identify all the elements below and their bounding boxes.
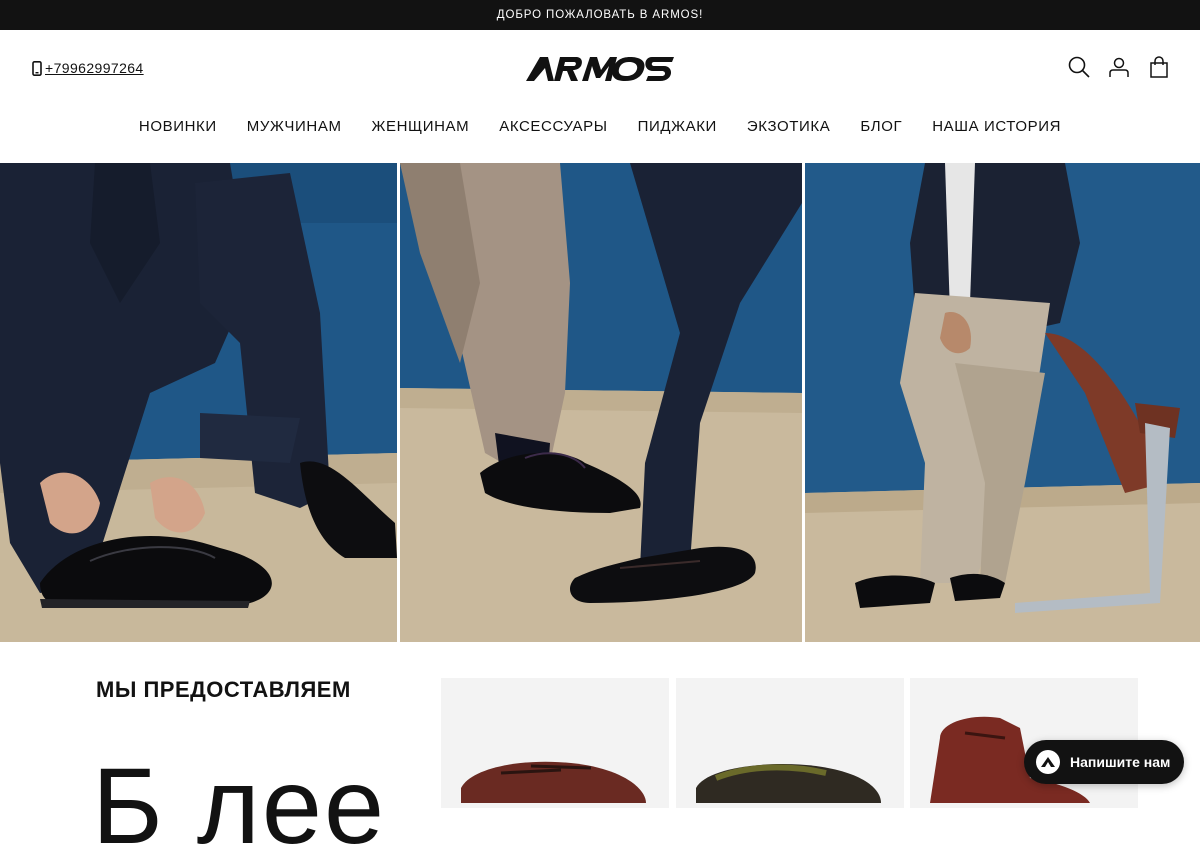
phone-link[interactable]: +79962997264 xyxy=(32,60,144,76)
nav-item-blog[interactable]: БЛОГ xyxy=(845,116,917,138)
nav-item-jackets[interactable]: ПИДЖАКИ xyxy=(623,116,732,138)
nav-item-our-story[interactable]: НАША ИСТОРИЯ xyxy=(917,116,1076,138)
phone-number[interactable]: +79962997264 xyxy=(45,60,144,76)
nav-item-new[interactable]: НОВИНКИ xyxy=(124,116,232,138)
header-icons xyxy=(1068,56,1170,78)
product-card-oxford[interactable] xyxy=(676,678,904,808)
search-icon[interactable] xyxy=(1068,56,1090,78)
announcement-bar: ДОБРО ПОЖАЛОВАТЬ В ARMOS! xyxy=(0,0,1200,30)
section-big-text: Б лее xyxy=(92,745,387,866)
chat-button[interactable]: Напишите нам xyxy=(1024,740,1184,784)
nav-item-exotic[interactable]: ЭКЗОТИКА xyxy=(732,116,845,138)
hero-banner[interactable] xyxy=(0,163,1200,642)
hero-image-loafers xyxy=(400,163,802,642)
features-section: МЫ ПРЕДОСТАВЛЯЕМ Б лее xyxy=(0,642,1200,860)
announcement-text: ДОБРО ПОЖАЛОВАТЬ В ARMOS! xyxy=(496,9,704,21)
nav-item-men[interactable]: МУЖЧИНАМ xyxy=(232,116,357,138)
main-nav: НОВИНКИ МУЖЧИНАМ ЖЕНЩИНАМ АКСЕССУАРЫ ПИД… xyxy=(0,116,1200,138)
site-header: +79962997264 НОВИНКИ МУЖЧИНАМ ЖЕНЩИНАМ А… xyxy=(0,30,1200,163)
account-icon[interactable] xyxy=(1108,56,1130,78)
chat-logo-icon xyxy=(1036,750,1060,774)
section-title: МЫ ПРЕДОСТАВЛЯЕМ xyxy=(96,677,351,702)
nav-item-women[interactable]: ЖЕНЩИНАМ xyxy=(357,116,485,138)
hero-image-chair xyxy=(805,163,1200,642)
product-card-monk-strap[interactable] xyxy=(441,678,669,808)
cart-icon[interactable] xyxy=(1148,56,1170,78)
chat-label[interactable]: Напишите нам xyxy=(1070,754,1170,770)
nav-item-accessories[interactable]: АКСЕССУАРЫ xyxy=(484,116,622,138)
hero-image-kneeling xyxy=(0,163,397,642)
phone-icon xyxy=(32,60,42,76)
armos-logo[interactable] xyxy=(526,56,674,82)
